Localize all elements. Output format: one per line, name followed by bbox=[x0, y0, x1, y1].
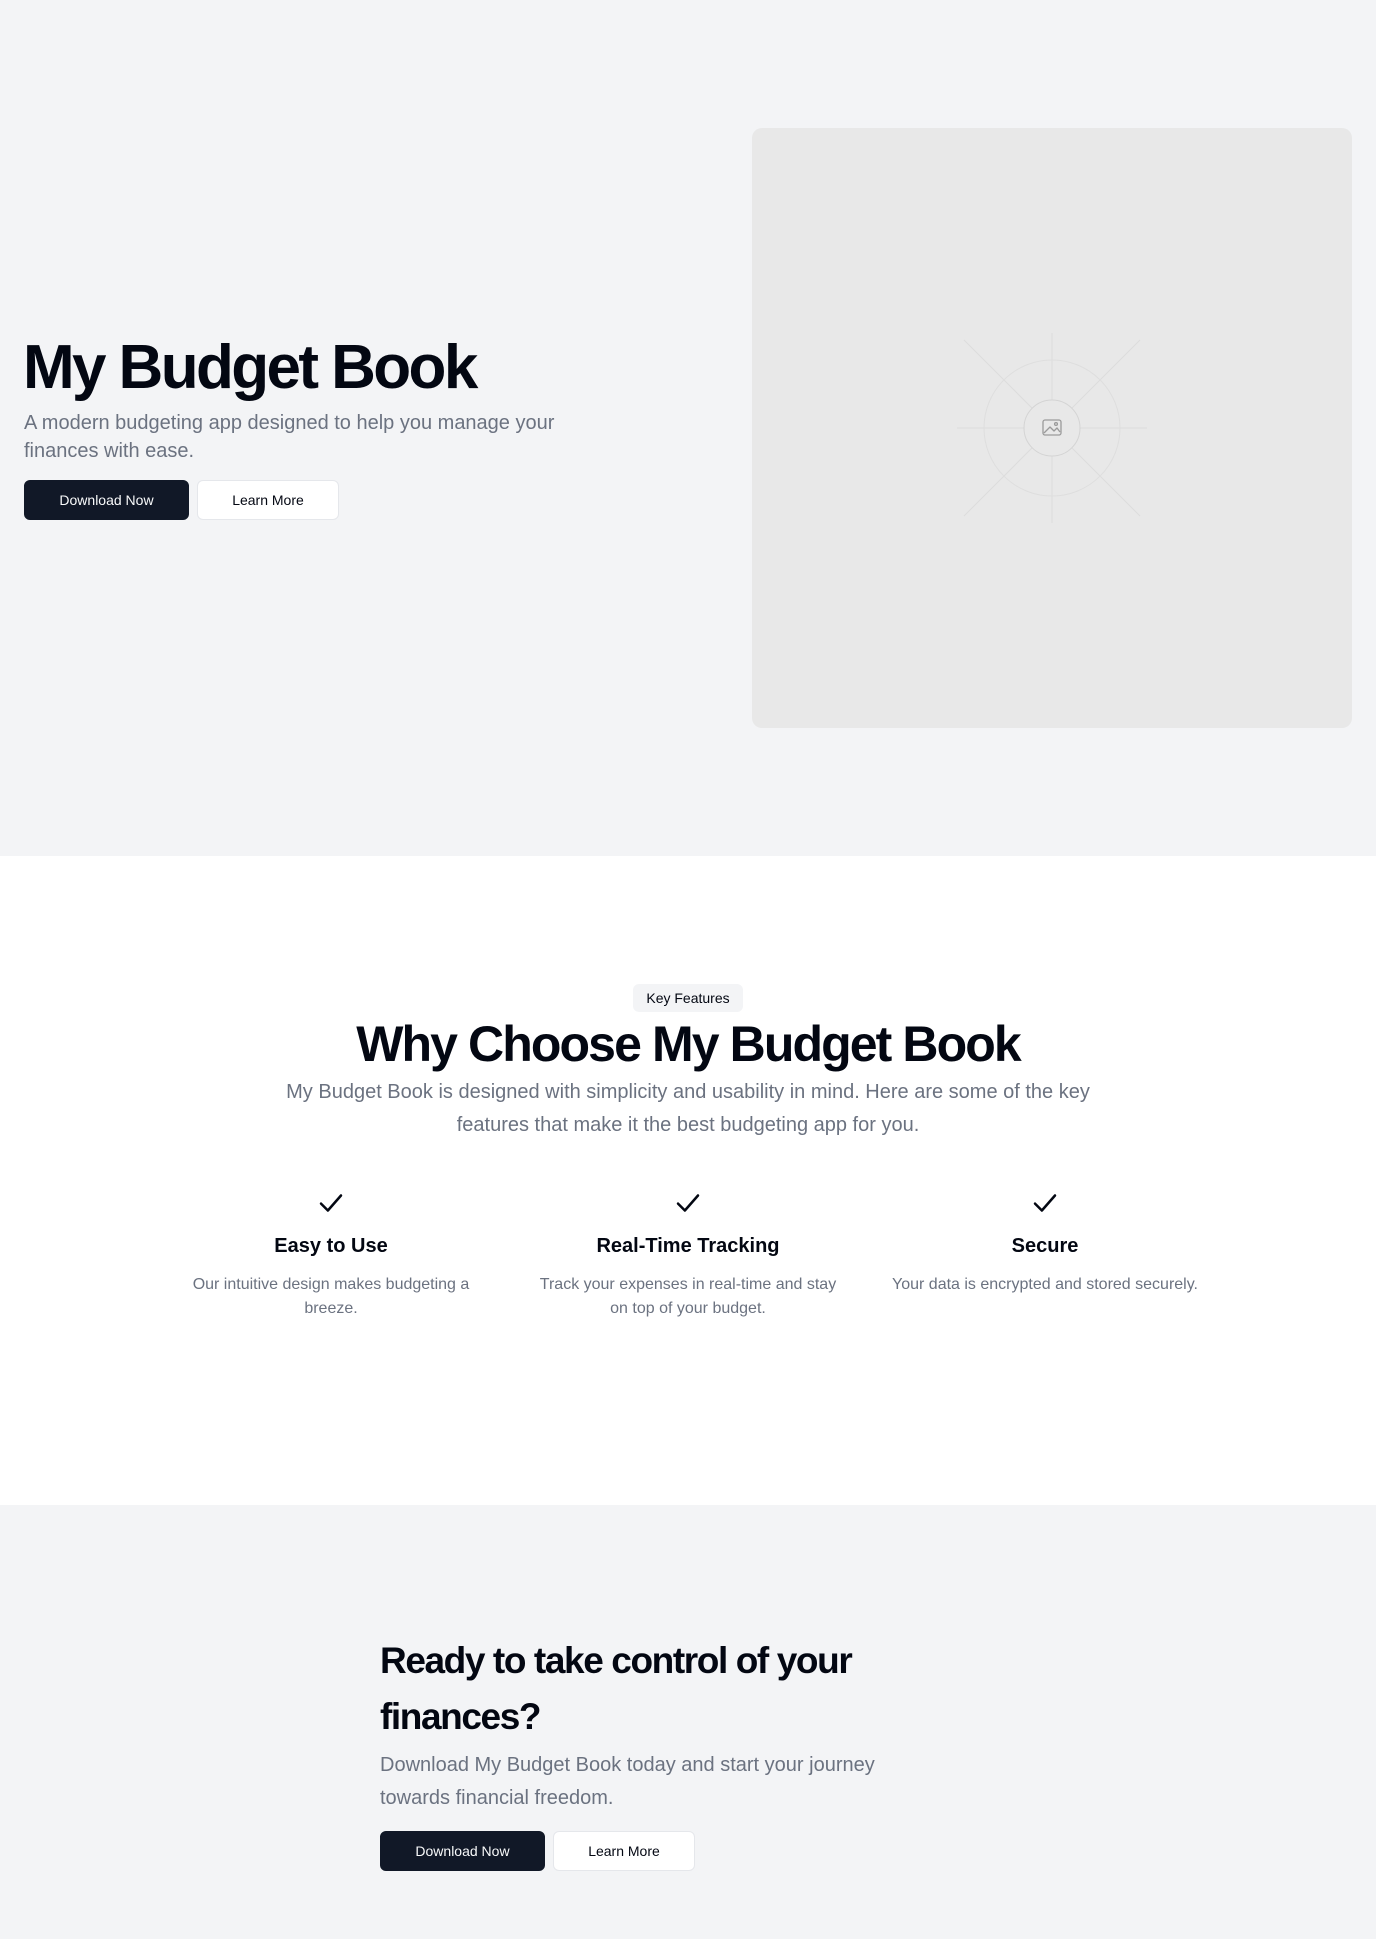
features-subtitle: My Budget Book is designed with simplici… bbox=[286, 1081, 1090, 1136]
feature-description: Track your expenses in real-time and sta… bbox=[539, 1276, 837, 1317]
hero-image-placeholder bbox=[752, 128, 1352, 728]
learn-more-button[interactable]: Learn More bbox=[197, 480, 339, 520]
cta-section: Ready to take control of your finances? … bbox=[0, 1505, 1376, 1939]
features-badge: Key Features bbox=[633, 984, 743, 1012]
feature-description: Our intuitive design makes budgeting a b… bbox=[192, 1276, 470, 1317]
features-title: Why Choose My Budget Book bbox=[356, 1016, 1022, 1072]
feature-title: Real-Time Tracking bbox=[596, 1235, 780, 1257]
download-now-button[interactable]: Download Now bbox=[380, 1831, 545, 1871]
check-icon bbox=[676, 1194, 700, 1212]
feature-secure: Secure Your data is encrypted and stored… bbox=[890, 1188, 1200, 1297]
feature-easy-to-use: Easy to Use Our intuitive design makes b… bbox=[176, 1188, 486, 1321]
features-section: Key Features Why Choose My Budget Book M… bbox=[0, 856, 1376, 1505]
hero-content: My Budget Book A modern budgeting app de… bbox=[23, 333, 624, 520]
cta-subtitle: Download My Budget Book today and start … bbox=[380, 1754, 875, 1809]
check-icon bbox=[319, 1194, 343, 1212]
feature-title: Easy to Use bbox=[274, 1235, 388, 1257]
feature-title: Secure bbox=[1011, 1235, 1079, 1257]
cta-button-group: Download Now Learn More bbox=[380, 1831, 1020, 1871]
cta-title: Ready to take control of your finances? bbox=[380, 1640, 853, 1737]
image-placeholder-icon bbox=[957, 333, 1147, 523]
feature-real-time-tracking: Real-Time Tracking Track your expenses i… bbox=[533, 1188, 843, 1321]
hero-title: My Budget Book bbox=[23, 333, 478, 402]
hero-section: My Budget Book A modern budgeting app de… bbox=[0, 0, 1376, 856]
hero-subtitle: A modern budgeting app designed to help … bbox=[24, 412, 555, 462]
check-icon bbox=[1033, 1194, 1057, 1212]
learn-more-button[interactable]: Learn More bbox=[553, 1831, 695, 1871]
feature-description: Your data is encrypted and stored secure… bbox=[892, 1276, 1198, 1293]
cta-content: Ready to take control of your finances? … bbox=[380, 1633, 1020, 1871]
download-now-button[interactable]: Download Now bbox=[24, 480, 189, 520]
hero-button-group: Download Now Learn More bbox=[24, 480, 624, 520]
